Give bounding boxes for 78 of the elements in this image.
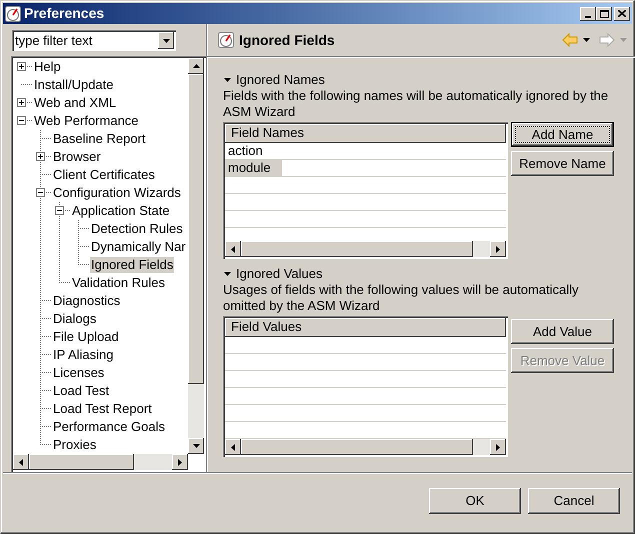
tree-item[interactable]: Validation Rules — [71, 275, 166, 291]
dialog-button[interactable]: Remove Name — [511, 151, 614, 176]
tree-item[interactable]: Licenses — [52, 365, 106, 381]
triangle-arrow-icon — [496, 444, 500, 450]
triangle-arrow-icon — [19, 458, 23, 466]
dialog-button[interactable]: OK — [429, 488, 521, 514]
vertical-scrollbar[interactable] — [188, 58, 204, 454]
maximize-button[interactable] — [596, 6, 612, 20]
triangle-arrow-icon — [192, 64, 200, 68]
collapse-toggle[interactable] — [17, 116, 26, 125]
expand-toggle[interactable] — [17, 62, 26, 71]
tree-item[interactable]: Dynamically Nar — [90, 239, 187, 255]
dialog-button[interactable]: Cancel — [528, 488, 620, 514]
horizontal-scrollbar[interactable] — [225, 241, 506, 257]
collapse-toggle[interactable] — [55, 206, 64, 215]
table-cell[interactable]: module — [225, 160, 282, 176]
expand-toggle[interactable] — [17, 98, 26, 107]
tree-item[interactable]: Dialogs — [52, 311, 98, 327]
dialog-button[interactable]: Add Value — [511, 319, 614, 344]
minus-icon — [57, 208, 62, 213]
minus-icon — [19, 118, 24, 123]
maximize-icon — [600, 10, 608, 18]
tree-item[interactable]: Load Test — [52, 383, 110, 399]
tree-item[interactable]: Proxies — [52, 437, 98, 453]
tree-item[interactable]: Diagnostics — [52, 293, 122, 309]
triangle-arrow-icon — [192, 444, 200, 448]
gauge-icon — [5, 6, 21, 22]
horizontal-scrollbar[interactable] — [225, 439, 506, 455]
dialog-button[interactable]: Add Name — [511, 122, 614, 147]
tree-item[interactable]: IP Aliasing — [52, 347, 114, 363]
tree-item[interactable]: Detection Rules — [90, 221, 184, 237]
expand-toggle[interactable] — [36, 152, 45, 161]
window-title: Preferences — [24, 4, 104, 23]
collapse-toggle[interactable] — [36, 188, 45, 197]
triangle-arrow-icon — [224, 78, 231, 82]
section-toggle-icon[interactable] — [223, 272, 231, 276]
tree-item[interactable]: Load Test Report — [52, 401, 153, 417]
table-cell[interactable]: action — [225, 143, 274, 159]
horizontal-scrollbar[interactable] — [13, 454, 188, 470]
tree-item[interactable]: Application State — [71, 203, 171, 219]
minus-icon — [38, 190, 43, 195]
triangle-arrow-icon — [496, 246, 500, 252]
page-title: Ignored Fields — [239, 30, 335, 50]
triangle-arrow-icon — [224, 272, 231, 276]
tree-item[interactable]: Baseline Report — [52, 131, 146, 147]
triangle-arrow-icon — [231, 444, 235, 450]
tree-item[interactable]: Performance Goals — [52, 419, 166, 435]
tree-item[interactable]: Web Performance — [33, 113, 140, 129]
triangle-arrow-icon — [178, 458, 182, 466]
tree-item[interactable]: Ignored Fields — [90, 257, 174, 273]
close-icon — [618, 10, 626, 17]
section-description: Usages of fields with the following values will be automatically omitted by the ASM Wizard — [223, 282, 580, 314]
dropdown-button[interactable] — [158, 32, 174, 49]
tree-item[interactable]: Client Certificates — [52, 167, 156, 183]
tree-item[interactable]: Web and XML — [33, 95, 118, 111]
gauge-icon — [218, 32, 234, 48]
section-title: Ignored Values — [236, 264, 322, 283]
column-header[interactable]: Field Values — [225, 318, 506, 337]
triangle-arrow-icon — [231, 246, 235, 252]
section-description: Fields with the following names will be automatically ignored by the ASM Wizard — [223, 88, 610, 120]
tree-item[interactable]: File Upload — [52, 329, 120, 345]
filter-combo[interactable]: type filter text — [12, 30, 176, 51]
minimize-icon — [585, 16, 591, 18]
section-title: Ignored Names — [236, 70, 325, 89]
tree-item[interactable]: Install/Update — [33, 77, 114, 93]
filter-field[interactable]: type filter text — [14, 30, 158, 50]
caret-icon[interactable] — [583, 38, 590, 42]
plus-icon — [19, 64, 24, 69]
tree-item[interactable]: Browser — [52, 149, 102, 165]
minimize-button[interactable] — [580, 6, 596, 20]
triangle-arrow-icon — [162, 38, 170, 42]
tree-item[interactable]: Configuration Wizards — [52, 185, 182, 201]
tree-item[interactable]: Help — [33, 59, 62, 75]
section-toggle-icon[interactable] — [223, 78, 231, 82]
close-button[interactable] — [614, 6, 630, 20]
plus-icon — [38, 154, 43, 159]
column-header[interactable]: Field Names — [225, 124, 506, 143]
plus-icon — [19, 100, 24, 105]
